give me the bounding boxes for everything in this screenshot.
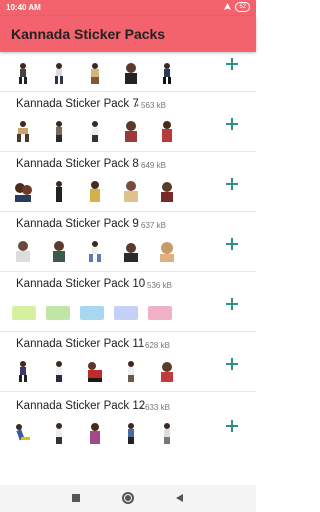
pack-size: • 633 kB	[140, 403, 170, 412]
app-title: Kannada Sticker Packs	[11, 26, 166, 42]
pack-size: • 563 kB	[136, 101, 166, 110]
sticker-preview-strip	[12, 240, 178, 262]
sticker-pack-row[interactable]: Kannada Sticker Pack 7 • 563 kB	[0, 92, 256, 152]
sticker-thumb	[48, 180, 70, 202]
sticker-thumb	[120, 120, 142, 142]
sticker-preview-strip	[12, 360, 178, 382]
status-bar: 10:40 AM 62	[0, 0, 256, 16]
sticker-thumb	[12, 422, 34, 444]
back-triangle-icon[interactable]	[174, 492, 186, 504]
sticker-thumb	[120, 62, 142, 84]
sticker-thumb	[120, 422, 142, 444]
sticker-pack-row[interactable]: Kannada Sticker Pack 8 • 649 kB	[0, 152, 256, 212]
sticker-thumb	[48, 62, 70, 84]
sticker-pack-row[interactable]: Kannada Sticker Pack 11 • 628 kB	[0, 332, 256, 392]
sticker-thumb	[84, 360, 106, 382]
sticker-preview-strip	[12, 306, 172, 320]
sticker-pack-row[interactable]: Kannada Sticker Pack 10 • 536 kB	[0, 272, 256, 332]
sticker-thumb	[48, 360, 70, 382]
sticker-preview-strip	[12, 422, 178, 444]
sticker-thumb	[48, 422, 70, 444]
sticker-preview-strip	[12, 180, 178, 202]
app-bar: Kannada Sticker Packs	[0, 16, 256, 52]
sticker-thumb	[12, 306, 36, 320]
status-time: 10:40 AM	[6, 3, 41, 12]
sticker-thumb	[12, 120, 34, 142]
add-pack-icon[interactable]	[226, 420, 238, 432]
sticker-pack-row[interactable]: Kannada Sticker Pack 12 • 633 kB	[0, 392, 256, 485]
sticker-thumb	[156, 422, 178, 444]
sticker-thumb	[12, 360, 34, 382]
pack-name: Kannada Sticker Pack 8	[16, 158, 139, 170]
sticker-pack-row[interactable]	[0, 52, 256, 92]
pack-size: • 637 kB	[136, 221, 166, 230]
sticker-thumb	[12, 62, 34, 84]
pack-name: Kannada Sticker Pack 12	[16, 400, 146, 412]
sticker-thumb	[84, 180, 106, 202]
add-pack-icon[interactable]	[226, 58, 238, 70]
system-nav-bar	[0, 485, 256, 512]
add-pack-icon[interactable]	[226, 118, 238, 130]
sticker-thumb	[84, 422, 106, 444]
sticker-thumb	[120, 180, 142, 202]
add-pack-icon[interactable]	[226, 358, 238, 370]
sticker-thumb	[84, 62, 106, 84]
sticker-thumb	[156, 360, 178, 382]
add-pack-icon[interactable]	[226, 238, 238, 250]
sticker-pack-list[interactable]: Kannada Sticker Pack 7 • 563 kB Kannada …	[0, 52, 256, 485]
sticker-thumb	[48, 240, 70, 262]
sticker-pack-row[interactable]: Kannada Sticker Pack 9 • 637 kB	[0, 212, 256, 272]
sticker-thumb	[156, 62, 178, 84]
sticker-thumb	[114, 306, 138, 320]
sticker-thumb	[84, 240, 106, 262]
sticker-thumb	[120, 240, 142, 262]
recents-square-icon[interactable]	[70, 492, 82, 504]
battery-icon: 62	[235, 2, 250, 12]
pack-name: Kannada Sticker Pack 11	[16, 338, 145, 350]
home-circle-icon[interactable]	[122, 492, 134, 504]
pack-name: Kannada Sticker Pack 10	[16, 278, 146, 290]
sticker-thumb	[48, 120, 70, 142]
sticker-preview-strip	[12, 62, 178, 84]
pack-name: Kannada Sticker Pack 7	[16, 98, 139, 110]
sticker-thumb	[46, 306, 70, 320]
sticker-thumb	[156, 180, 178, 202]
pack-size: • 536 kB	[142, 281, 172, 290]
add-pack-icon[interactable]	[226, 178, 238, 190]
location-icon	[224, 3, 232, 10]
sticker-thumb	[156, 240, 178, 262]
sticker-thumb	[80, 306, 104, 320]
sticker-preview-strip	[12, 120, 178, 142]
status-icons: 62	[224, 2, 250, 12]
add-pack-icon[interactable]	[226, 298, 238, 310]
sticker-thumb	[148, 306, 172, 320]
sticker-thumb	[12, 180, 34, 202]
sticker-thumb	[84, 120, 106, 142]
pack-name: Kannada Sticker Pack 9	[16, 218, 139, 230]
pack-size: • 628 kB	[140, 341, 170, 350]
sticker-thumb	[120, 360, 142, 382]
pack-size: • 649 kB	[136, 161, 166, 170]
sticker-thumb	[12, 240, 34, 262]
sticker-thumb	[156, 120, 178, 142]
